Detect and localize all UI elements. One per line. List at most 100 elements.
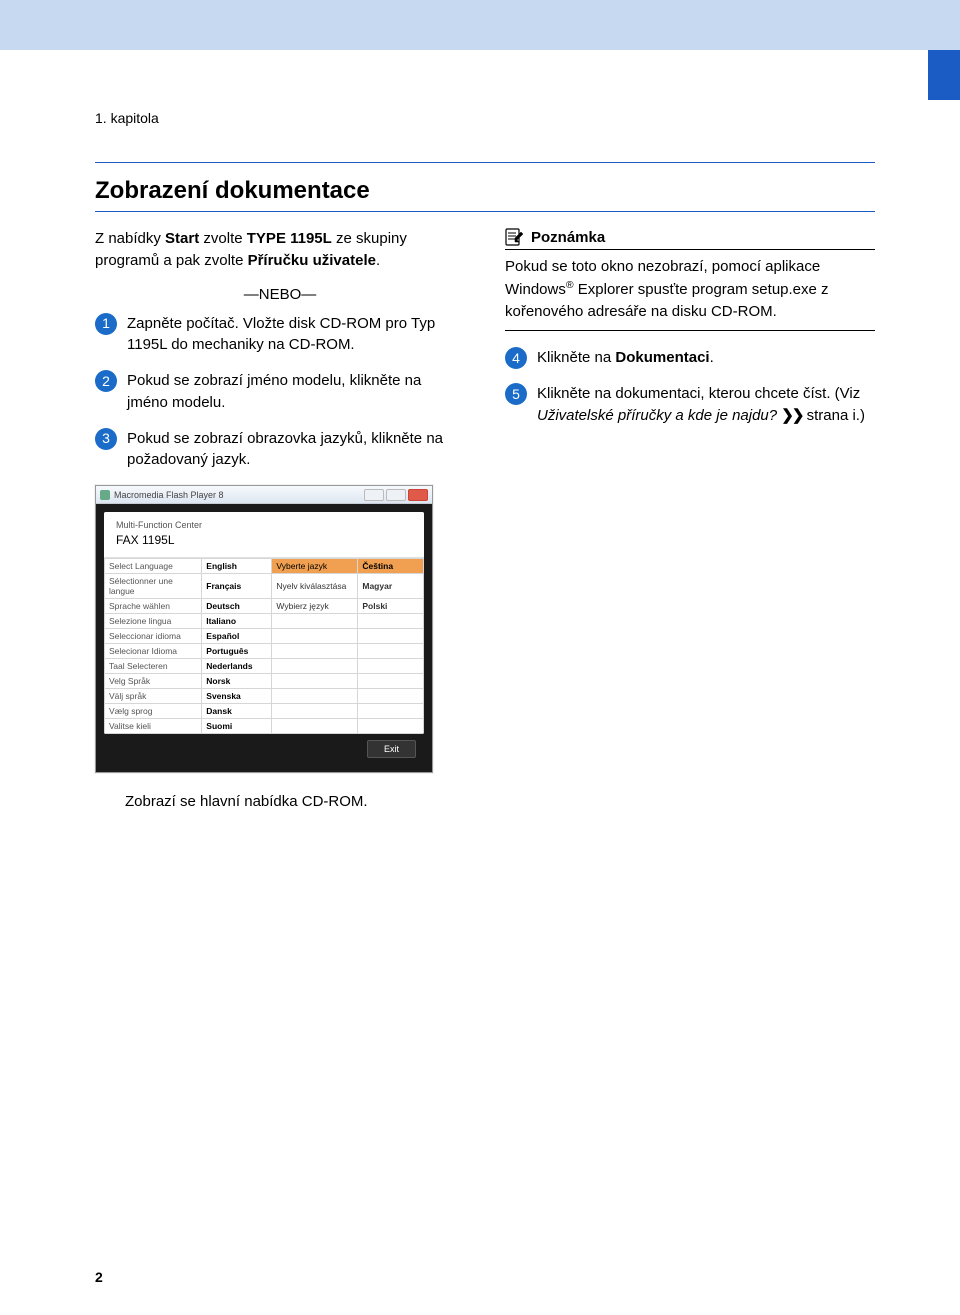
lang-name-2[interactable]: Magyar (358, 574, 424, 599)
lang-prompt: Selecionar Idioma (105, 644, 202, 659)
lang-name-2[interactable] (358, 644, 424, 659)
step-1-text: Zapněte počítač. Vložte disk CD-ROM pro … (127, 313, 465, 357)
language-row[interactable]: Select LanguageEnglishVyberte jazykČešti… (105, 559, 424, 574)
minimize-button[interactable] (364, 489, 384, 501)
lang-prompt-2: Vyberte jazyk (272, 559, 358, 574)
close-button[interactable] (408, 489, 428, 501)
language-row[interactable]: Sélectionner une langueFrançaisNyelv kiv… (105, 574, 424, 599)
intro-f: Příručku uživatele (248, 252, 376, 269)
chapter-label: 1. kapitola (95, 110, 875, 126)
language-row[interactable]: Taal SelecterenNederlands (105, 659, 424, 674)
bullet-5: 5 (505, 383, 527, 405)
intro-d: TYPE 1195L (247, 230, 332, 247)
language-table: Select LanguageEnglishVyberte jazykČešti… (104, 558, 424, 734)
lang-prompt-2 (272, 689, 358, 704)
bullet-1: 1 (95, 313, 117, 335)
header-banner (0, 0, 960, 50)
note-icon (505, 228, 525, 246)
lang-name-2[interactable] (358, 704, 424, 719)
step-4-text: Klikněte na Dokumentaci. (537, 347, 875, 369)
lang-name[interactable]: Nederlands (202, 659, 272, 674)
lang-prompt: Valitse kieli (105, 719, 202, 734)
lang-prompt: Sélectionner une langue (105, 574, 202, 599)
step-3-text: Pokud se zobrazí obrazovka jazyků, klikn… (127, 428, 465, 472)
after-screenshot-text: Zobrazí se hlavní nabídka CD-ROM. (95, 791, 465, 813)
note-box: Poznámka Pokud se toto okno nezobrazí, p… (505, 228, 875, 331)
left-column: Z nabídky Start zvolte TYPE 1195L ze sku… (95, 228, 465, 813)
language-row[interactable]: Selecionar IdiomaPortuguês (105, 644, 424, 659)
language-row[interactable]: Välj språkSvenska (105, 689, 424, 704)
lang-prompt: Selezione lingua (105, 614, 202, 629)
flash-titlebar: Macromedia Flash Player 8 (96, 486, 432, 504)
language-row[interactable]: Selezione linguaItaliano (105, 614, 424, 629)
s5-c: strana i.) (802, 407, 865, 424)
flash-screenshot: Macromedia Flash Player 8 Mu (95, 485, 465, 773)
lang-name[interactable]: Deutsch (202, 599, 272, 614)
lang-name-2[interactable] (358, 719, 424, 734)
lang-name-2[interactable] (358, 674, 424, 689)
lang-name[interactable]: Suomi (202, 719, 272, 734)
lang-name-2[interactable] (358, 614, 424, 629)
lang-prompt-2 (272, 614, 358, 629)
intro-c: zvolte (199, 230, 247, 247)
window-buttons (364, 489, 428, 501)
note-title: Poznámka (531, 229, 605, 246)
language-row[interactable]: Valitse kieliSuomi (105, 719, 424, 734)
lang-prompt: Sprache wählen (105, 599, 202, 614)
or-label: —NEBO— (95, 286, 465, 303)
step-5: 5 Klikněte na dokumentaci, kterou chcete… (505, 383, 875, 427)
lang-name-2[interactable]: Čeština (358, 559, 424, 574)
language-row[interactable]: Vælg sprogDansk (105, 704, 424, 719)
intro-paragraph: Z nabídky Start zvolte TYPE 1195L ze sku… (95, 228, 465, 272)
arrows-icon: ❯❯ (781, 407, 802, 424)
lang-prompt-2: Wybierz język (272, 599, 358, 614)
exit-button[interactable]: Exit (367, 740, 416, 758)
rule-mid (95, 211, 875, 212)
lang-prompt-2 (272, 704, 358, 719)
s4-a: Klikněte na (537, 349, 615, 366)
flash-window: Macromedia Flash Player 8 Mu (95, 485, 433, 773)
s5-a: Klikněte na dokumentaci, kterou chcete č… (537, 385, 860, 402)
side-tab (928, 50, 960, 100)
lang-name-2[interactable] (358, 629, 424, 644)
language-row[interactable]: Velg SpråkNorsk (105, 674, 424, 689)
maximize-button[interactable] (386, 489, 406, 501)
step-4: 4 Klikněte na Dokumentaci. (505, 347, 875, 369)
lang-name[interactable]: Norsk (202, 674, 272, 689)
intro-g: . (376, 252, 380, 269)
lang-name[interactable]: English (202, 559, 272, 574)
lang-prompt-2: Nyelv kiválasztása (272, 574, 358, 599)
lang-prompt-2 (272, 644, 358, 659)
lang-name-2[interactable] (358, 689, 424, 704)
lang-prompt: Select Language (105, 559, 202, 574)
lang-prompt-2 (272, 674, 358, 689)
s4-c: . (710, 349, 714, 366)
flash-app-icon (100, 490, 110, 500)
step-5-text: Klikněte na dokumentaci, kterou chcete č… (537, 383, 875, 427)
flash-title: Macromedia Flash Player 8 (114, 490, 224, 500)
lang-name[interactable]: Svenska (202, 689, 272, 704)
lang-prompt: Taal Selecteren (105, 659, 202, 674)
flash-card-header: Multi-Function Center FAX 1195L (104, 512, 424, 558)
bullet-2: 2 (95, 370, 117, 392)
lang-name[interactable]: Italiano (202, 614, 272, 629)
lang-name[interactable]: Español (202, 629, 272, 644)
lang-name-2[interactable]: Polski (358, 599, 424, 614)
language-row[interactable]: Sprache wählenDeutschWybierz językPolski (105, 599, 424, 614)
lang-name-2[interactable] (358, 659, 424, 674)
mfc-label: Multi-Function Center (116, 520, 414, 530)
lang-prompt: Vælg sprog (105, 704, 202, 719)
lang-prompt: Seleccionar idioma (105, 629, 202, 644)
bullet-4: 4 (505, 347, 527, 369)
step-3: 3 Pokud se zobrazí obrazovka jazyků, kli… (95, 428, 465, 472)
bullet-3: 3 (95, 428, 117, 450)
lang-prompt-2 (272, 629, 358, 644)
model-label: FAX 1195L (116, 533, 414, 547)
language-row[interactable]: Seleccionar idiomaEspañol (105, 629, 424, 644)
lang-name[interactable]: Português (202, 644, 272, 659)
lang-name[interactable]: Français (202, 574, 272, 599)
reg-mark: ® (566, 279, 574, 291)
intro-b: Start (165, 230, 199, 247)
lang-name[interactable]: Dansk (202, 704, 272, 719)
s5-b: Uživatelské příručky a kde je najdu? (537, 407, 777, 424)
